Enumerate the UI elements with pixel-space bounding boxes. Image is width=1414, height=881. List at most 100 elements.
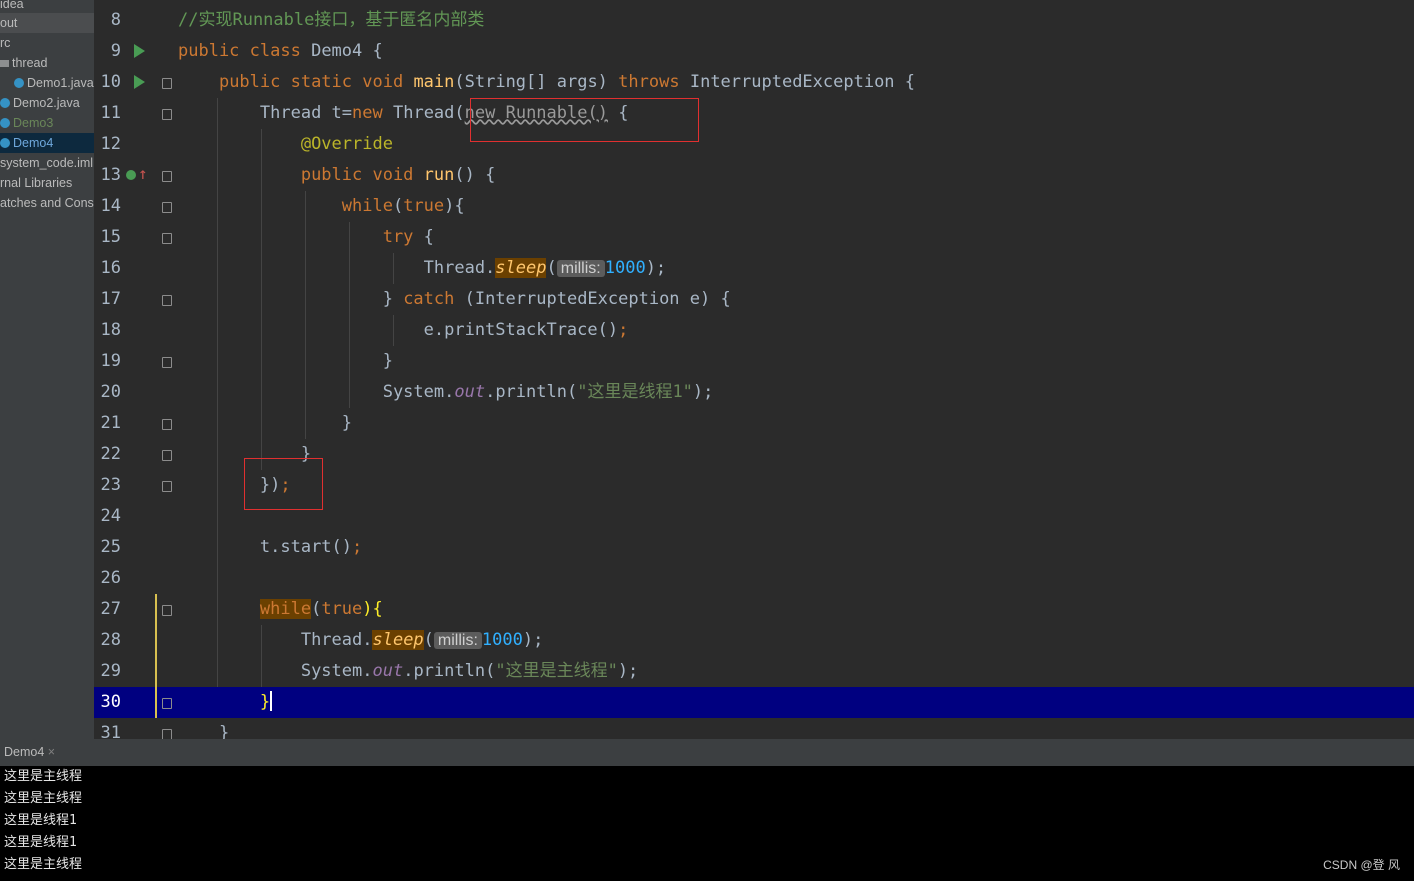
brace: } — [218, 723, 230, 739]
tree-item-demo3[interactable]: Demo3 — [0, 113, 53, 133]
console-line: 这里是主线程 — [4, 791, 83, 806]
code-line-19: } — [178, 346, 1414, 377]
fold-icon[interactable] — [162, 357, 172, 368]
fold-icon[interactable] — [162, 450, 172, 461]
method-name: sleep — [372, 630, 424, 650]
keyword: while — [259, 599, 312, 619]
code-line-14: while(true){ — [178, 191, 1414, 222]
tree-item-demo4[interactable]: Demo4 — [0, 133, 94, 153]
tree-item-external-libraries[interactable]: rnal Libraries — [0, 173, 72, 193]
code-line-30: } — [178, 687, 1414, 718]
parameter-hint: millis: — [433, 632, 482, 649]
fold-icon[interactable] — [162, 605, 172, 616]
fold-icon[interactable] — [162, 233, 172, 244]
code-line-15: try { — [178, 222, 1414, 253]
line-number: 16 — [100, 258, 121, 278]
highlight-box-anonymous-class — [470, 98, 699, 142]
tree-item-out[interactable]: out — [0, 13, 94, 33]
console-line: 这里是线程1 — [4, 835, 77, 850]
tree-item-src[interactable]: rc — [0, 33, 10, 53]
fold-icon[interactable] — [162, 419, 172, 430]
keyword: catch — [403, 289, 455, 309]
code-editor[interactable]: //实现Runnable接口，基于匿名内部类 public class Demo… — [178, 0, 1414, 739]
code-line-11: Thread t=new Thread(new Runnable() { — [178, 98, 1414, 129]
run-main-icon[interactable] — [134, 75, 145, 89]
fold-icon[interactable] — [162, 78, 172, 89]
params: (String[] args) — [454, 72, 608, 92]
tree-item-iml[interactable]: system_code.iml — [0, 153, 93, 173]
code-text: t.start() — [259, 537, 353, 557]
keyword: throws — [618, 72, 680, 92]
code-text: ){ — [444, 196, 465, 216]
line-number: 12 — [100, 134, 121, 154]
code-text: (InterruptedException e) { — [454, 289, 731, 309]
brace: } — [259, 692, 271, 712]
tab-demo4[interactable]: Demo4 × — [0, 739, 59, 766]
semicolon: ; — [352, 537, 363, 557]
line-number: 20 — [100, 382, 121, 402]
brace: { — [372, 41, 383, 61]
tree-label: system_code.iml — [0, 156, 94, 170]
comment: //实现Runnable接口，基于匿名内部类 — [178, 10, 485, 30]
tree-label: Demo3 — [13, 116, 54, 130]
code-text: Thread t= — [259, 103, 353, 123]
fold-icon[interactable] — [162, 109, 172, 120]
fold-icon[interactable] — [162, 295, 172, 306]
code-line-18: e.printStackTrace(); — [178, 315, 1414, 346]
keyword: try — [382, 227, 414, 247]
watermark: CSDN @登 风 — [1323, 858, 1400, 872]
implements-arrow-icon[interactable]: ↑ — [138, 164, 148, 183]
java-class-icon — [14, 78, 24, 88]
tree-item-demo2[interactable]: Demo2.java — [0, 93, 80, 113]
close-icon[interactable]: × — [48, 745, 55, 759]
tree-label: idea — [0, 0, 24, 11]
static-field: out — [372, 661, 404, 681]
java-class-icon — [0, 118, 10, 128]
fold-icon[interactable] — [162, 171, 172, 182]
class-name: Thread — [392, 103, 455, 123]
run-tool-window-header: Demo4 × — [0, 739, 1414, 766]
code-text: Thread. — [300, 630, 373, 650]
paren: ( — [392, 196, 404, 216]
fold-icon[interactable] — [162, 202, 172, 213]
console-line: 这里是线程1 — [4, 813, 77, 828]
tree-label: Demo1.java — [27, 76, 94, 90]
tree-label: rc — [0, 36, 11, 50]
tree-label: atches and Consoles — [0, 196, 94, 210]
line-number: 17 — [100, 289, 121, 309]
tree-item-thread[interactable]: thread — [0, 53, 47, 73]
method-name: run — [423, 165, 455, 185]
code-line-20: System.out.println("这里是线程1"); — [178, 377, 1414, 408]
tree-item-idea[interactable]: idea — [0, 0, 24, 14]
method-name: main — [413, 72, 455, 92]
fold-icon[interactable] — [162, 698, 172, 709]
string-literal: "这里是主线程" — [495, 661, 618, 681]
line-number: 24 — [100, 506, 121, 526]
run-class-icon[interactable] — [134, 44, 145, 58]
code-line-9: public class Demo4 { — [178, 36, 1414, 67]
line-number: 26 — [100, 568, 121, 588]
code-text: } — [382, 289, 404, 309]
tree-item-scratches[interactable]: atches and Consoles — [0, 193, 94, 213]
tree-label: Demo4 — [13, 136, 54, 150]
code-text: System. — [300, 661, 373, 681]
line-number: 9 — [110, 41, 121, 61]
code-line-21: } — [178, 408, 1414, 439]
code-line-28: Thread.sleep(millis: 1000); — [178, 625, 1414, 656]
java-class-icon — [0, 98, 10, 108]
fold-icon[interactable] — [162, 481, 172, 492]
code-line-22: } — [178, 439, 1414, 470]
line-number: 14 — [100, 196, 121, 216]
tree-label: out — [0, 16, 18, 30]
tree-label: Demo2.java — [13, 96, 80, 110]
override-marker-icon[interactable] — [126, 170, 136, 180]
tree-item-demo1[interactable]: Demo1.java — [14, 73, 94, 93]
line-number: 27 — [100, 599, 121, 619]
brace: } — [341, 413, 353, 433]
code-line-29: System.out.println("这里是主线程"); — [178, 656, 1414, 687]
line-number: 8 — [110, 10, 121, 30]
code-text: ); — [617, 661, 639, 681]
line-number: 11 — [100, 103, 121, 123]
line-number: 22 — [100, 444, 121, 464]
line-number: 21 — [100, 413, 121, 433]
